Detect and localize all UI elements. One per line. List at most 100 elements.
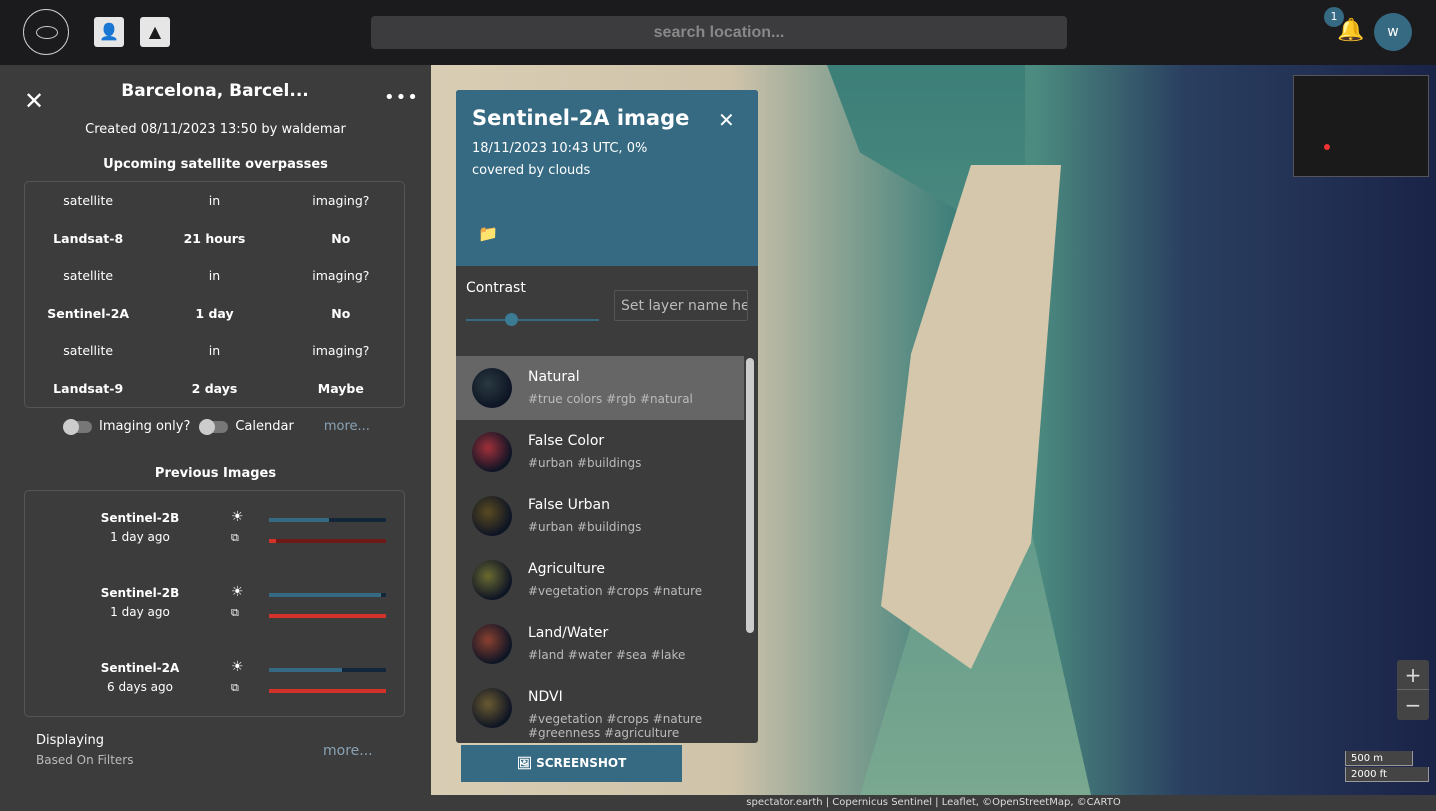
overpass-value: Landsat-8 <box>53 230 124 246</box>
overpass-value: No <box>331 230 351 246</box>
layer-tags: #true colors #rgb #natural <box>528 392 693 406</box>
layer-item[interactable]: Natural #true colors #rgb #natural <box>456 356 744 420</box>
created-info: Created 08/11/2023 13:50 by waldemar <box>85 122 346 137</box>
sun-bar <box>269 593 386 597</box>
calendar-toggle[interactable] <box>199 418 229 435</box>
layer-name: Natural <box>528 369 580 385</box>
cloud-bar <box>269 614 386 618</box>
zoom-out-button[interactable]: − <box>1397 690 1429 720</box>
minimap-marker <box>1324 144 1330 150</box>
sun-bar <box>269 668 386 672</box>
slider-knob[interactable] <box>505 313 519 326</box>
layer-name: False Urban <box>528 497 610 513</box>
panel-title: Sentinel-2A image <box>472 106 690 130</box>
more-link[interactable]: more... <box>324 419 370 434</box>
satellite-name: Sentinel-2A <box>100 661 180 675</box>
cloud-bar <box>269 539 386 543</box>
attribution: spectator.earth | Copernicus Sentinel | … <box>431 795 1436 811</box>
scale-imperial: 2000 ft <box>1345 767 1429 782</box>
user-lock-icon[interactable]: 👤 <box>94 17 124 47</box>
image-panel: Sentinel-2A image 18/11/2023 10:43 UTC, … <box>456 90 758 743</box>
zoom-in-button[interactable]: + <box>1397 660 1429 690</box>
layer-item[interactable]: False Urban #urban #buildings <box>456 484 744 548</box>
cloud-cover-icon: ⧉ <box>231 681 239 694</box>
layer-thumbnail <box>472 432 512 472</box>
contrast-slider[interactable] <box>466 313 599 326</box>
previous-heading: Previous Images <box>154 466 277 481</box>
panel-subtitle: 18/11/2023 10:43 UTC, 0% covered by clou… <box>472 141 648 178</box>
sun-icon: ☀ <box>231 584 244 600</box>
cloud-cover-icon: ⧉ <box>231 531 239 544</box>
bell-icon[interactable]: 🔔 <box>1337 18 1364 43</box>
previous-images: Sentinel-2B 1 day ago ☀ ⧉ Sentinel-2B 1 … <box>24 490 405 717</box>
overpass-header: imaging? <box>312 193 370 208</box>
layer-list: Natural #true colors #rgb #natural False… <box>456 356 744 743</box>
layer-thumbnail <box>472 496 512 536</box>
satellite-name: Sentinel-2B <box>100 511 180 525</box>
location-title: Barcelona, Barcel... <box>121 81 309 101</box>
close-icon[interactable]: ✕ <box>24 87 44 115</box>
layer-name: Agriculture <box>528 561 605 577</box>
calendar-label: Calendar <box>235 419 294 434</box>
scale-metric: 500 m <box>1345 751 1413 766</box>
minimap[interactable] <box>1293 75 1429 177</box>
previous-image-item[interactable]: Sentinel-2A 6 days ago ☀ ⧉ <box>25 659 425 734</box>
image-icon[interactable]: ▲ <box>140 17 170 47</box>
overpass-value: Landsat-9 <box>53 380 124 396</box>
overpass-header: in <box>208 343 221 358</box>
layer-thumbnail <box>472 624 512 664</box>
scrollbar[interactable] <box>746 358 754 633</box>
zoom-control: + − <box>1397 660 1429 720</box>
contrast-label: Contrast <box>466 280 526 296</box>
image-icon: 🖼 <box>516 756 537 770</box>
overpass-header: satellite <box>63 343 114 358</box>
time-ago: 1 day ago <box>110 530 170 544</box>
search-input[interactable] <box>371 16 1067 49</box>
overpass-header: in <box>208 268 221 283</box>
overpass-value: 2 days <box>191 380 238 396</box>
overpass-value: 1 day <box>195 305 234 321</box>
layer-tags: #vegetation #crops #nature <box>528 584 703 598</box>
avatar[interactable]: w <box>1374 13 1412 51</box>
overpass-header: satellite <box>63 193 114 208</box>
more-options-icon[interactable]: ••• <box>384 87 419 108</box>
close-panel-icon[interactable]: ✕ <box>718 108 735 132</box>
screenshot-label: SCREENSHOT <box>536 756 627 770</box>
layer-thumbnail <box>472 368 512 408</box>
time-ago: 1 day ago <box>110 605 170 619</box>
layer-item[interactable]: Land/Water #land #water #sea #lake <box>456 612 744 676</box>
satellite-name: Sentinel-2B <box>100 586 180 600</box>
top-bar: 👤 ▲ 1 🔔 w <box>0 0 1436 65</box>
displaying-label: Displaying <box>36 733 105 748</box>
layer-item[interactable]: NDVI #vegetation #crops #nature #greenne… <box>456 676 744 740</box>
overpasses-table: satellite in imaging? Landsat-8 21 hours No sa… <box>24 181 405 408</box>
layer-name: NDVI <box>528 689 563 705</box>
layer-item[interactable]: Agriculture #vegetation #crops #nature <box>456 548 744 612</box>
more-filters-link[interactable]: more... <box>323 743 373 759</box>
previous-image-item[interactable]: Sentinel-2B 1 day ago ☀ ⧉ <box>25 584 425 659</box>
overpass-header: imaging? <box>312 268 370 283</box>
layer-tags: #land #water #sea #lake <box>528 648 686 662</box>
overpass-value: 21 hours <box>183 230 246 246</box>
layer-tags: #urban #buildings <box>528 520 642 534</box>
overpass-header: imaging? <box>312 343 370 358</box>
sidebar: ✕ Barcelona, Barcel... ••• Created 08/11… <box>0 65 431 811</box>
sun-icon: ☀ <box>231 509 244 525</box>
layer-name: False Color <box>528 433 605 449</box>
sun-bar <box>269 518 386 522</box>
time-ago: 6 days ago <box>107 680 173 694</box>
overpass-value: Maybe <box>317 380 364 396</box>
overpasses-heading: Upcoming satellite overpasses <box>103 157 328 172</box>
logo-icon[interactable] <box>23 9 69 55</box>
sun-icon: ☀ <box>231 659 244 675</box>
layer-name-input[interactable] <box>614 290 748 321</box>
overpass-header: satellite <box>63 268 114 283</box>
previous-image-item[interactable]: Sentinel-2B 1 day ago ☀ ⧉ <box>25 509 425 584</box>
layer-tags: #vegetation #crops #nature #greenness #a… <box>528 712 703 740</box>
layer-item[interactable]: False Color #urban #buildings <box>456 420 744 484</box>
folder-icon[interactable]: 📁 <box>478 224 498 243</box>
screenshot-button[interactable]: 🖼 SCREENSHOT <box>461 745 682 782</box>
overpass-value: No <box>331 305 351 321</box>
layer-name: Land/Water <box>528 625 609 641</box>
imaging-only-toggle[interactable] <box>63 418 92 435</box>
